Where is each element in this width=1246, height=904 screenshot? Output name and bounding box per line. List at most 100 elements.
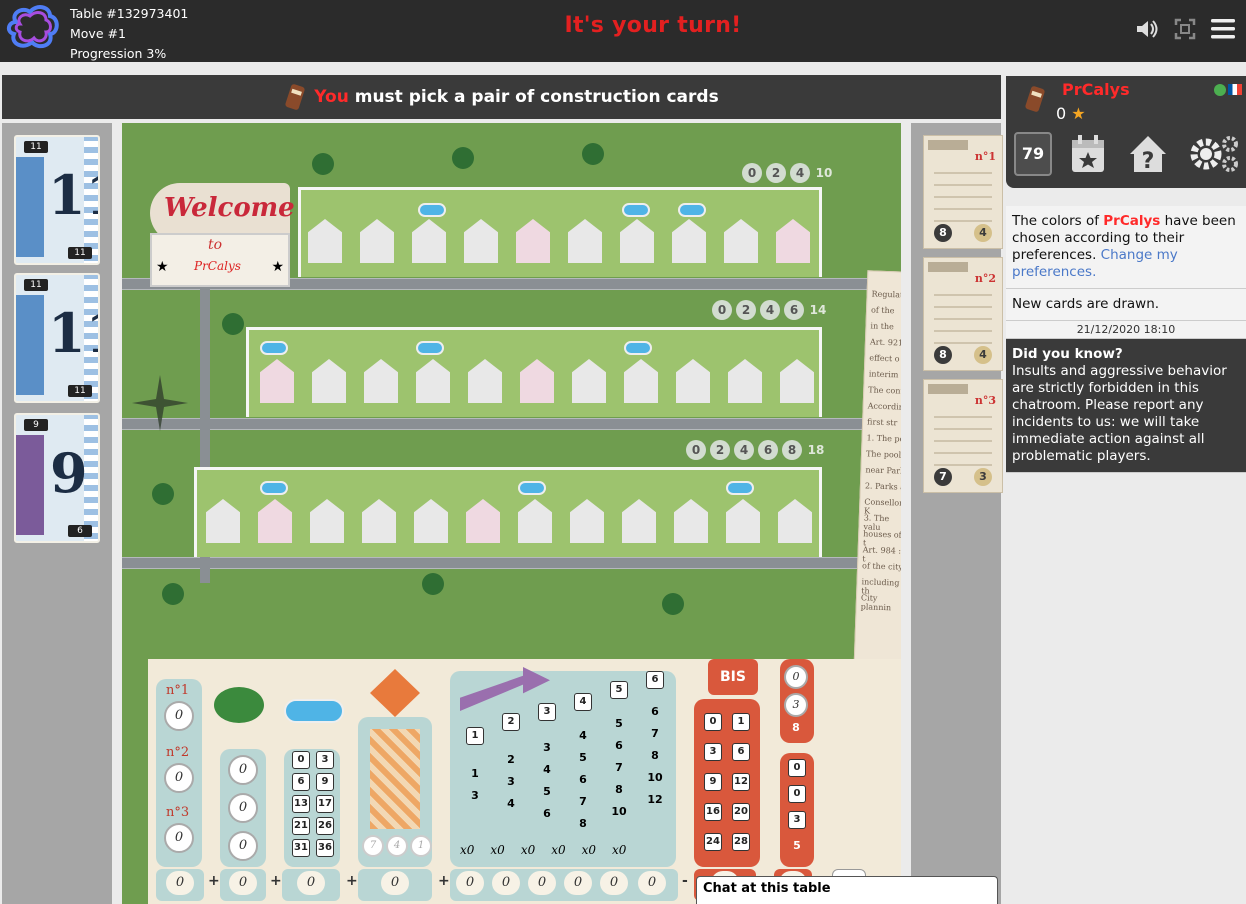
tip-title: Did you know?	[1012, 346, 1123, 362]
plan-label: n°3	[974, 394, 996, 407]
total-estate: 0	[600, 871, 628, 895]
regulation-text: The pool	[865, 449, 901, 460]
welcome-to: to	[208, 237, 223, 253]
plan-first-value: 8	[934, 346, 952, 364]
regulation-text: effect o	[869, 353, 900, 364]
house-illustration	[16, 435, 44, 535]
settings-gear-icon[interactable]	[1186, 132, 1242, 176]
card-number-bottom: 11	[68, 385, 92, 397]
regulation-text: 1. The poo	[866, 433, 901, 444]
palm-tree	[312, 153, 334, 175]
chat-bar[interactable]: Chat at this table	[696, 876, 998, 904]
construction-card[interactable]: 9 9 6	[14, 413, 100, 543]
star-icon: ★	[1071, 104, 1086, 123]
construction-card[interactable]: 11 11 11	[14, 135, 100, 265]
sound-icon[interactable]	[1134, 16, 1160, 42]
temp-agency-icon	[370, 669, 420, 717]
construction-cards-column: 11 11 11 11 11 11 9 9 6	[2, 123, 112, 904]
menu-icon[interactable]	[1210, 16, 1236, 42]
pool-icon	[416, 341, 444, 355]
card-number: 11	[48, 163, 98, 227]
regulation-text: The cont	[868, 385, 901, 396]
regulation-text: of the	[870, 305, 895, 316]
estate-column-5: 5 6 7 8 10	[611, 717, 627, 818]
regulation-text: in the	[870, 321, 895, 332]
palm-tree	[152, 483, 174, 505]
temp-agency-track	[370, 729, 420, 829]
svg-text:?: ?	[1142, 149, 1155, 174]
regulation-text: Art. 921	[869, 337, 901, 348]
score-sheet: n°1 0 n°2 0 n°3 0 0 0 0 03 69 13 17 21 26 …	[148, 659, 901, 904]
board-player-name: PrCalys	[194, 259, 241, 273]
calendar-star-icon[interactable]	[1068, 132, 1108, 176]
log-entry: New cards are drawn.	[1006, 289, 1246, 321]
deck-counter[interactable]: 79	[1014, 132, 1052, 176]
pool-icon	[284, 699, 344, 723]
total-estate: 0	[492, 871, 520, 895]
plan-label: n°2	[166, 745, 190, 760]
total-pools: 0	[297, 871, 325, 895]
fullscreen-icon[interactable]	[1172, 16, 1198, 42]
pool-icon	[678, 203, 706, 217]
top-bar: Table #132973401 Move #1 Progression 3% …	[0, 0, 1246, 62]
help-house-icon[interactable]: ?	[1126, 132, 1166, 176]
plan-label: n°3	[166, 805, 190, 820]
sidebar: PrCalys 0 ★ 79 ? The colors of PrCalys h…	[1004, 62, 1246, 904]
pool-icon	[418, 203, 446, 217]
welcome-title: Welcome	[164, 193, 295, 223]
street-score-track-3: 0 2 4 6 8 18	[686, 440, 826, 460]
total-estate: 0	[638, 871, 666, 895]
total-parks: 0	[229, 871, 257, 895]
star-icon: ★	[156, 259, 169, 275]
plan-label: n°2	[974, 272, 996, 285]
road	[122, 557, 901, 569]
regulation-text: Accordin	[867, 401, 901, 412]
plan-second-value: 4	[974, 346, 992, 364]
turn-message: It's your turn!	[564, 13, 742, 38]
instruction-text: must pick a pair of construction cards	[348, 87, 719, 107]
city-plan-card[interactable]: n°2 8 4	[923, 257, 1003, 371]
plan-label: n°1	[974, 150, 996, 163]
log-timestamp: 21/12/2020 18:10	[1006, 321, 1246, 339]
progression: Progression 3%	[70, 46, 167, 61]
palm-tree	[222, 313, 244, 335]
card-number-bottom: 6	[68, 525, 92, 537]
city-plan-card[interactable]: n°1 8 4	[923, 135, 1003, 249]
estate-column-4: 45678	[579, 729, 587, 830]
park-score: 0	[228, 755, 258, 785]
regulation-text: interim	[868, 369, 899, 380]
card-number-top: 9	[24, 419, 48, 431]
palm-tree	[662, 593, 684, 615]
house-illustration	[16, 157, 44, 257]
regulation-text: City plannin	[860, 593, 892, 613]
park-score: 0	[228, 831, 258, 861]
game-log: The colors of PrCalys have been chosen a…	[1006, 206, 1246, 473]
online-status-icon	[1214, 84, 1226, 96]
construction-card[interactable]: 11 11 11	[14, 273, 100, 403]
road	[122, 418, 901, 430]
total-estate: 0	[456, 871, 484, 895]
regulation-text: Regulat	[871, 289, 901, 300]
card-number: 9	[50, 441, 88, 505]
tip-box: Did you know? Insults and aggressive beh…	[1006, 339, 1246, 473]
street-score-track-2: 0 2 4 6 14	[712, 300, 828, 320]
city-plan-card[interactable]: n°3 7 3	[923, 379, 1003, 493]
compass-rose-icon	[130, 373, 190, 433]
pool-icon	[622, 203, 650, 217]
regulation-text: near Park	[865, 465, 901, 476]
pool-icon	[260, 341, 288, 355]
regulation-text: of the city	[861, 561, 901, 572]
plan-second-value: 3	[974, 468, 992, 486]
game-board: 0 2 4 10 0 2 4 6 14 0 2 4 6 8 18 Welcome to ★ PrCaly…	[122, 123, 901, 904]
game-area: You must pick a pair of construction car…	[0, 62, 1004, 904]
palm-tree	[162, 583, 184, 605]
plan-score: 0	[164, 763, 194, 793]
estate-multipliers: x0 x0 x0 x0 x0 x0	[460, 843, 627, 857]
palm-tree	[582, 143, 604, 165]
pawn-icon	[1024, 84, 1046, 114]
estate-column-1: 13	[471, 767, 479, 802]
plan-second-value: 4	[974, 224, 992, 242]
player-name[interactable]: PrCalys	[1062, 80, 1130, 99]
regulation-text: first str	[866, 417, 898, 428]
you-label: You	[314, 87, 349, 107]
